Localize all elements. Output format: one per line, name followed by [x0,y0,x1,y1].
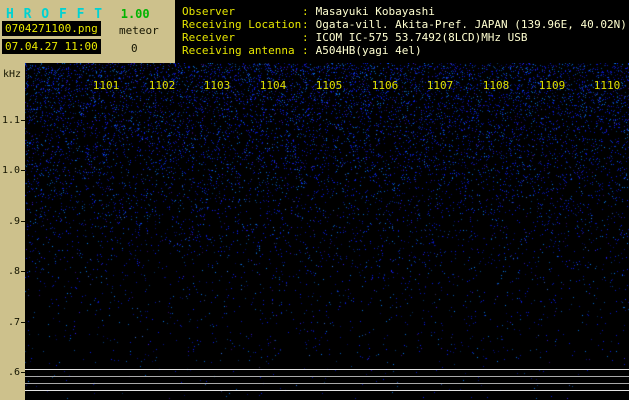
x-tick-label: 1109 [538,79,566,92]
level-grid-line [25,383,629,384]
y-tick-label: 1.0 [0,165,25,176]
y-tick-label: .9 [0,216,25,227]
x-tick-label: 1101 [92,79,120,92]
info-colon: : [302,31,309,44]
y-tick-label: .8 [0,266,25,277]
mode-label: meteor [119,24,159,37]
y-tick-text: .7 [7,317,20,328]
y-axis-unit: kHz [3,69,22,80]
header-left: H R O F F T 1.00 0704271100.png meteor 0… [0,0,175,63]
x-tick-label: 1108 [482,79,510,92]
info-label: Receiving Location [182,18,302,31]
info-colon: : [302,44,309,57]
x-tick-label: 1103 [203,79,231,92]
y-tick-text: .8 [7,266,20,277]
meteor-count: 0 [131,42,138,55]
info-value: A504HB(yagi 4el) [315,44,422,57]
hrofft-window: H R O F F T 1.00 0704271100.png meteor 0… [0,0,629,400]
info-row-antenna: Receiving antenna : A504HB(yagi 4el) [182,44,422,57]
title-row: H R O F F T 1.00 [6,3,150,22]
info-row-observer: Observer : Masayuki Kobayashi [182,5,435,18]
info-row-location: Receiving Location : Ogata-vill. Akita-P… [182,18,627,31]
info-label: Receiver [182,31,235,44]
app-title: H R O F F T [6,7,104,22]
y-tick-label: .7 [0,317,25,328]
x-tick-label: 1104 [259,79,287,92]
app-version: 1.00 [120,7,150,21]
x-tick-label: 1102 [148,79,176,92]
x-tick-label: 1110 [593,79,621,92]
y-tick-label: .6 [0,367,25,378]
info-row-receiver: Receiver : ICOM IC-575 53.7492(8LCD)MHz … [182,31,528,44]
level-grid-line [25,369,629,370]
spectrogram: 1101 1102 1103 1104 1105 1106 1107 1108 … [25,63,629,400]
datetime-badge: 07.04.27 11:00 [2,39,101,54]
level-grid-line [25,376,629,377]
x-tick-label: 1107 [426,79,454,92]
spectrogram-noise-canvas [25,63,629,400]
y-tick-text: .9 [7,216,20,227]
info-value: Masayuki Kobayashi [315,5,435,18]
filename-badge: 0704271100.png [2,21,101,36]
level-grid-line [25,390,629,391]
y-tick-text: .6 [7,367,20,378]
observer-info-panel: Observer : Masayuki Kobayashi Receiving … [175,0,629,63]
y-tick-label: 1.1 [0,115,25,126]
y-tick-text: 1.0 [1,165,20,176]
info-value: ICOM IC-575 53.7492(8LCD)MHz USB [315,31,528,44]
y-tick-text: 1.1 [1,115,20,126]
info-label: Observer [182,5,235,18]
x-tick-label: 1106 [371,79,399,92]
x-tick-label: 1105 [315,79,343,92]
info-value: Ogata-vill. Akita-Pref. JAPAN (139.96E, … [315,18,627,31]
info-colon: : [302,18,309,31]
info-colon: : [302,5,309,18]
info-label: Receiving antenna [182,44,295,57]
